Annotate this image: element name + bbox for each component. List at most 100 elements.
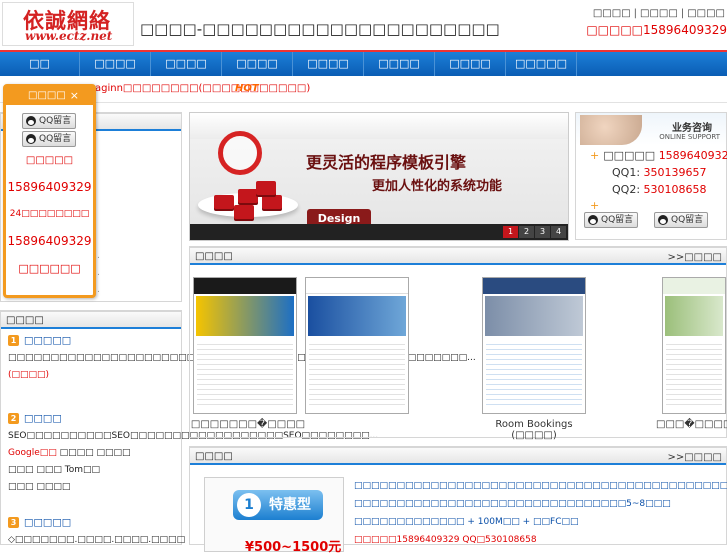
qq-panel-label: 24□□□□□□□□ — [9, 209, 90, 219]
announcement-bar: aginn□□□□□□□□(□□□□□□□□□□□) HOT — [0, 77, 727, 103]
cases-title-bar: □□□□ >>□□□□ — [190, 247, 726, 265]
banner-page-4[interactable]: 4 — [551, 226, 566, 238]
top-link-3[interactable]: □□□□ — [687, 8, 725, 19]
top-links: □□□□ | □□□□ | □□□□ — [593, 8, 725, 19]
section-heading[interactable]: 1 □□□□□ — [8, 335, 178, 347]
qq-message-button[interactable]: QQ留言 — [22, 113, 76, 129]
number-badge: 1 — [8, 335, 19, 346]
qq1-label: QQ1: — [612, 166, 641, 179]
faint-dot: . — [97, 268, 100, 278]
separator: | — [680, 8, 685, 19]
nav-item-3[interactable]: □□□□ — [151, 52, 222, 76]
qq-panel-title: □□□□ — [28, 90, 66, 101]
top-link-1[interactable]: □□□□ — [593, 8, 631, 19]
qq-panel-phone: 15896409329 — [7, 180, 92, 194]
red-cube-graphic — [234, 205, 254, 219]
qq-message-button[interactable]: QQ留言 — [654, 212, 708, 228]
case-thumbnail[interactable] — [662, 277, 726, 414]
cases-more-link[interactable]: >>□□□□ — [667, 249, 722, 266]
section-heading[interactable]: 2 □□□□ — [8, 413, 178, 425]
case-thumbnail[interactable] — [482, 277, 586, 414]
banner-subheadline: 更加人性化的系统功能 — [372, 179, 503, 194]
section-title: □□□□ — [24, 413, 62, 425]
package-price: ¥500~1500元 — [245, 540, 342, 555]
floating-qq-panel: □□□□ × QQ留言 QQ留言 □□□□□ 15896409329 24□□□… — [3, 84, 96, 298]
hero-banner[interactable]: 更灵活的程序模板引擎 更加人性化的系统功能 Design 1 2 3 4 — [189, 112, 569, 241]
package-line: □□□□□□□□□□□□□ + 100M□□ + □□FC□□ — [354, 517, 579, 527]
top-link-2[interactable]: □□□□ — [640, 8, 678, 19]
qq-penguin-icon — [26, 116, 36, 126]
site-logo[interactable]: 依誠網絡 www.ectz.net — [2, 2, 134, 46]
site-header: 依誠網絡 www.ectz.net □□□□-□□□□□□□□□□□□□□□□□… — [0, 0, 727, 50]
nav-item-6[interactable]: □□□□ — [364, 52, 435, 76]
tag-link[interactable]: □□□□ — [36, 482, 70, 492]
cases-title: □□□□ — [195, 251, 233, 262]
nav-home[interactable]: □□ — [0, 52, 80, 76]
case-thumbnail[interactable] — [305, 277, 409, 414]
thumb-body — [666, 340, 722, 409]
online-support-box: 业务咨询 ONLINE SUPPORT +□□□□□ 15896409329 Q… — [575, 112, 727, 240]
bullet-icon: + — [590, 149, 600, 162]
magnifier-icon — [218, 131, 262, 175]
package-card[interactable]: 1 特惠型 ¥500~1500元 — [204, 477, 344, 555]
tag-link[interactable]: Tom□□ — [65, 465, 100, 475]
packages-title: □□□□ — [195, 451, 233, 462]
nav-item-4[interactable]: □□□□ — [222, 52, 293, 76]
nav-item-7[interactable]: □□□□ — [435, 52, 506, 76]
faint-dot: . — [97, 285, 100, 295]
close-icon[interactable]: × — [70, 87, 79, 105]
case-caption[interactable]: □□□□□□□�□□□□ — [190, 419, 306, 430]
qq-panel-header: □□□□ × — [6, 87, 93, 105]
package-line: □□□□□□□□□□□□□□□□□□□□□□□□□□□□□□□□□□□□□□□□… — [354, 481, 727, 491]
section-heading[interactable]: 3 □□□□□ — [8, 517, 178, 529]
thumb-header — [483, 278, 585, 294]
more-link[interactable]: (□□□□) — [8, 370, 49, 380]
tag-link[interactable]: □□□□ — [60, 448, 94, 458]
site-title: □□□□-□□□□□□□□□□□□□□□□□□□□□ — [140, 20, 500, 38]
thumb-body — [486, 340, 582, 409]
qq-message-button[interactable]: QQ留言 — [22, 131, 76, 147]
tag-link[interactable]: □□□ — [36, 465, 62, 475]
thumb-hero — [308, 296, 406, 336]
case-caption[interactable]: Room Bookings (□□□□) — [476, 419, 592, 441]
banner-headline: 更灵活的程序模板引擎 — [306, 153, 467, 172]
support-phone-row: +□□□□□ 15896409329 — [590, 149, 727, 162]
nav-item-5[interactable]: □□□□ — [293, 52, 364, 76]
packages-more-link[interactable]: >>□□□□ — [667, 449, 722, 466]
case-thumbnail[interactable] — [193, 277, 297, 414]
section-text: □□□□□□□□□□□□□□□□□□□□□□□□□□□□□□□□□□□□□□□□… — [8, 350, 476, 384]
nav-item-8[interactable]: □□□□□ — [506, 52, 577, 76]
banner-page-2[interactable]: 2 — [519, 226, 534, 238]
banner-page-3[interactable]: 3 — [535, 226, 550, 238]
main-nav: □□ □□□□ □□□□ □□□□ □□□□ □□□□ □□□□ □□□□□ — [0, 50, 727, 76]
banner-page-1[interactable]: 1 — [503, 226, 518, 238]
thumb-body — [197, 340, 293, 409]
packages-title-bar: □□□□ >>□□□□ — [190, 447, 726, 465]
number-badge: 3 — [8, 517, 19, 528]
announcement-link[interactable]: aginn□□□□□□□□(□□□□□□□□□□□) — [95, 83, 310, 94]
package-number: 1 — [237, 493, 261, 517]
qq-button-label: QQ留言 — [601, 215, 634, 225]
support-agent-image — [580, 115, 642, 145]
package-badge: 1 特惠型 — [233, 490, 323, 520]
nav-item-2[interactable]: □□□□ — [80, 52, 151, 76]
service-packages: □□□□ >>□□□□ 1 特惠型 ¥500~1500元 □□□□□□□□□□□… — [189, 446, 727, 555]
package-line: □□□□□15896409329 QQ□530108658 — [354, 535, 537, 545]
section-body: SEO□□□□□□□□□□SEO□□□□□□□□□□□□□□□□□□SEO□□□… — [8, 430, 379, 441]
phone-value: 15896409329 — [658, 149, 727, 162]
tag-link[interactable]: □□□ — [8, 465, 34, 475]
tag-link[interactable]: Google□□ — [8, 448, 57, 458]
qq-message-button[interactable]: QQ留言 — [584, 212, 638, 228]
tag-link[interactable]: □□□□ — [97, 448, 131, 458]
case-showcase: □□□□ >>□□□□ □□□□□□□�□□□□ Room Bookings (… — [189, 246, 727, 441]
tag-link[interactable]: □□□ — [8, 482, 34, 492]
case-caption[interactable]: □□□�□□□□□□ — [656, 419, 727, 430]
support-bullet-row: + — [590, 199, 603, 212]
qq-penguin-icon — [588, 215, 598, 225]
package-line: □□□□□□□□□□□□□□□□□□□□□□□□□□□□□□□□5~8□□□ — [354, 499, 671, 509]
keyword-tags: Google□□ □□□□ □□□□ □□□ □□□ Tom□□ □□□ □□□… — [8, 445, 178, 496]
qq2-value: 530108658 — [643, 183, 707, 196]
qq-penguin-icon — [658, 215, 668, 225]
red-cube-graphic — [238, 189, 258, 203]
thumb-hero — [485, 296, 583, 336]
